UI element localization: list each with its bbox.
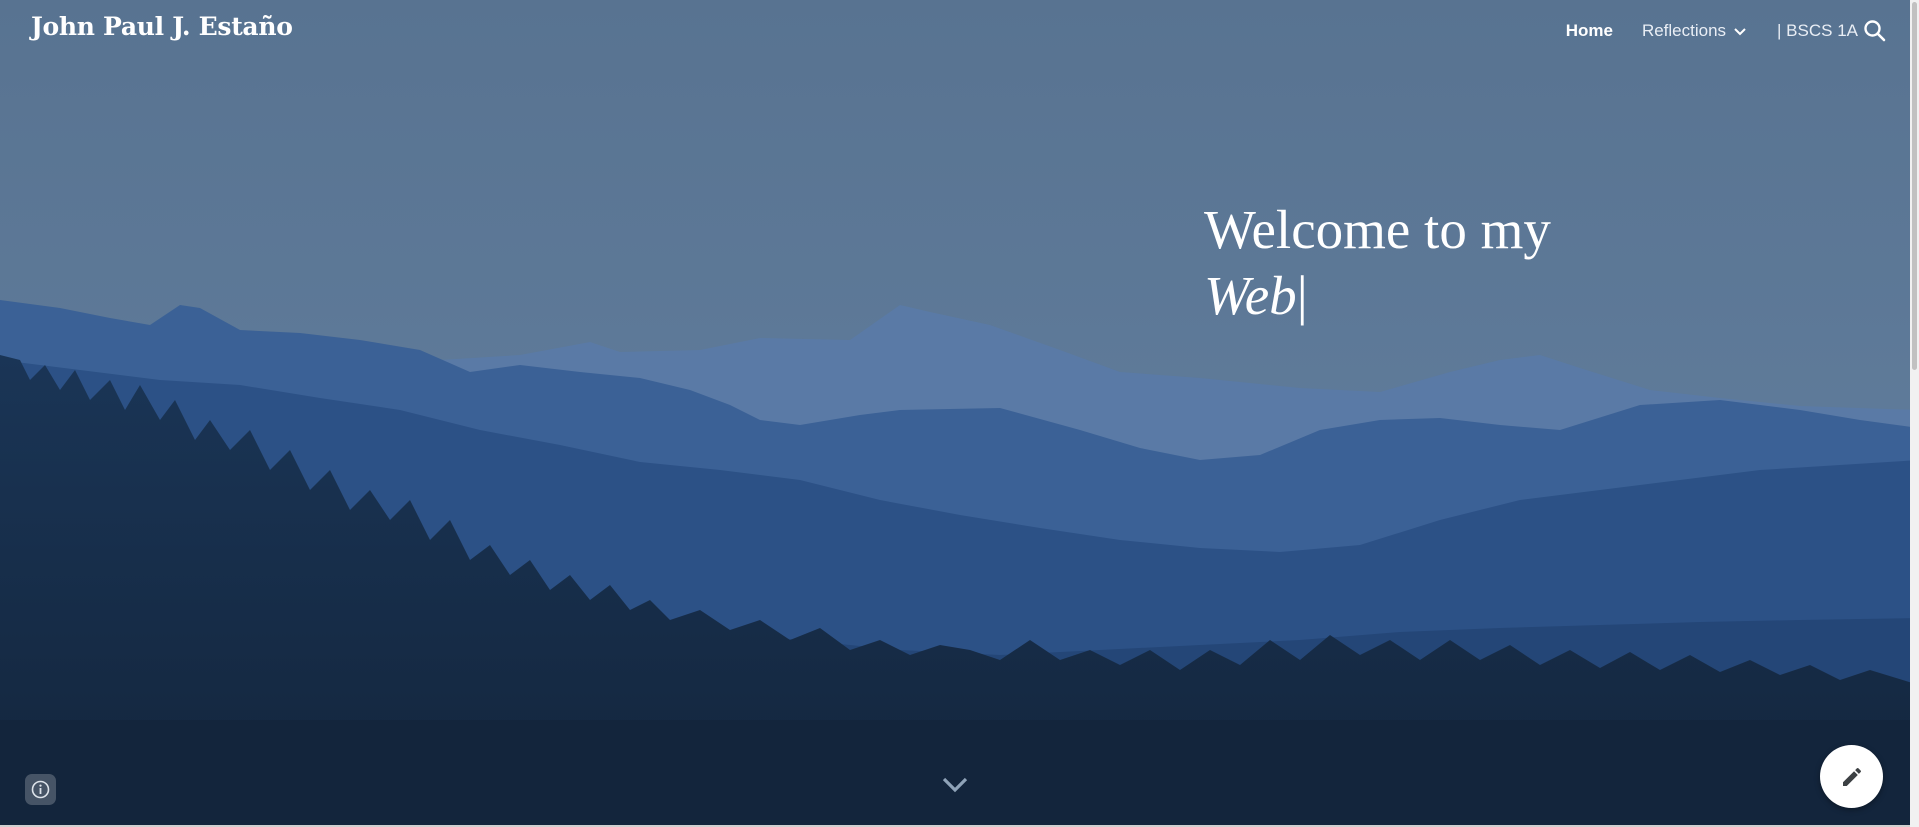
chevron-down-icon[interactable] — [1732, 23, 1748, 39]
main-navigation: Home Reflections | BSCS 1A — [1566, 0, 1858, 62]
site-header: John Paul J. Estaño Home Reflections | B… — [0, 0, 1910, 62]
nav-home[interactable]: Home — [1566, 21, 1613, 41]
pencil-icon — [1842, 767, 1861, 786]
info-button[interactable] — [25, 774, 56, 805]
nav-reflections-label: Reflections — [1641, 21, 1727, 40]
search-icon[interactable] — [1862, 18, 1888, 44]
headline-line1: Welcome to my — [1204, 198, 1551, 260]
hero-headline: Welcome to my Web| — [1204, 197, 1551, 329]
mountain-landscape-background — [0, 0, 1919, 827]
site-title[interactable]: John Paul J. Estaño — [31, 12, 293, 41]
nav-bscs-1a[interactable]: | BSCS 1A — [1777, 21, 1858, 41]
typing-cursor: | — [1296, 264, 1308, 326]
headline-typed-text: Web — [1204, 264, 1297, 326]
scrollbar-thumb[interactable] — [1912, 2, 1917, 370]
hero-banner: John Paul J. Estaño Home Reflections | B… — [0, 0, 1919, 827]
nav-reflections[interactable]: Reflections — [1642, 21, 1748, 41]
nav-bscs-1a-label: | BSCS 1A — [1777, 21, 1858, 40]
info-icon — [31, 780, 50, 799]
edit-button[interactable] — [1820, 745, 1883, 808]
nav-home-label: Home — [1565, 21, 1613, 40]
chevron-down-icon[interactable] — [940, 774, 970, 796]
